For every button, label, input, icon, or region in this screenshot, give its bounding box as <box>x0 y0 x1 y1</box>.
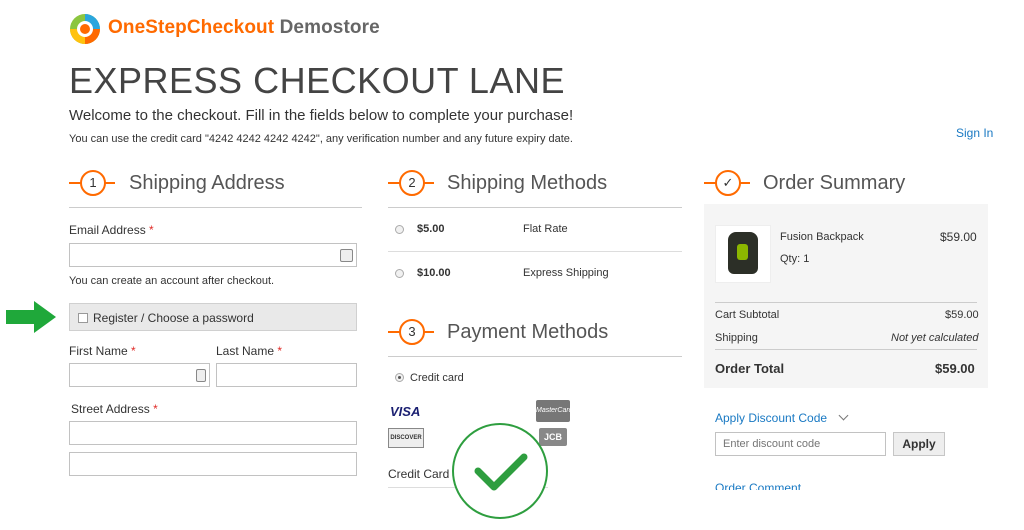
shipping-name-flat: Flat Rate <box>523 223 568 235</box>
shipping-radio-flat[interactable] <box>395 225 404 234</box>
discount-link-text: Apply Discount Code <box>715 411 828 425</box>
shipping-radio-express[interactable] <box>395 269 404 278</box>
brand-main: OneStepCheckout <box>108 17 275 38</box>
required-mark: * <box>131 344 136 358</box>
section-title-order-summary: Order Summary <box>763 172 906 194</box>
order-comment-text: Order Comment <box>715 481 802 490</box>
email-label-text: Email Address <box>69 223 146 237</box>
last-name-label-text: Last Name <box>216 344 275 358</box>
shipping-value: Not yet calculated <box>891 332 979 344</box>
order-total-value: $59.00 <box>935 361 975 376</box>
shipping-label: Shipping <box>715 332 758 344</box>
arrow-right-icon <box>6 301 56 333</box>
register-checkbox[interactable] <box>78 313 88 323</box>
logo-icon <box>70 14 100 44</box>
checkmark-step-icon: ✓ <box>715 170 741 196</box>
discount-code-input[interactable] <box>715 432 886 456</box>
welcome-text: Welcome to the checkout. Fill in the fie… <box>69 107 574 124</box>
brand-suffix: Demostore <box>279 17 380 38</box>
mastercard-icon: MasterCard <box>536 400 573 422</box>
apply-discount-toggle[interactable]: Apply Discount Code <box>715 410 849 425</box>
product-name[interactable]: Fusion Backpack <box>780 231 864 243</box>
order-total-label: Order Total <box>715 361 785 376</box>
shipping-name-express: Express Shipping <box>523 267 609 279</box>
account-hint: You can create an account after checkout… <box>69 275 275 287</box>
email-field[interactable] <box>69 243 357 267</box>
cart-subtotal-label: Cart Subtotal <box>715 309 780 321</box>
divider <box>715 349 977 350</box>
required-mark: * <box>149 223 154 237</box>
checkmark-icon <box>474 453 528 491</box>
page-title: EXPRESS CHECKOUT LANE <box>69 60 565 101</box>
card-number-label: Credit Card N <box>388 467 462 481</box>
first-name-label-text: First Name <box>69 344 128 358</box>
divider <box>715 302 977 303</box>
last-name-label: Last Name * <box>216 344 282 358</box>
divider <box>69 207 362 208</box>
last-name-field[interactable] <box>216 363 357 387</box>
discover-icon: DISCOVER <box>388 428 424 448</box>
step-number-3: 3 <box>399 319 425 345</box>
product-qty: Qty: 1 <box>780 253 810 265</box>
cart-subtotal-value: $59.00 <box>945 309 979 321</box>
visa-icon: VISA <box>390 404 421 419</box>
required-mark: * <box>277 344 283 358</box>
payment-radio-credit-card[interactable] <box>395 373 404 382</box>
divider <box>388 251 682 252</box>
street-line-1-field[interactable] <box>69 421 357 445</box>
backpack-icon <box>728 232 758 274</box>
step-number-2: 2 <box>399 170 425 196</box>
sign-in-link[interactable]: Sign In <box>956 126 993 140</box>
chevron-down-icon <box>838 410 849 421</box>
register-label: Register / Choose a password <box>93 311 254 325</box>
apply-discount-button[interactable]: Apply <box>893 432 945 456</box>
divider <box>388 207 682 208</box>
autofill-icon <box>340 249 353 262</box>
section-title-shipping-address: Shipping Address <box>129 172 285 194</box>
order-comment-toggle[interactable]: Order Comment <box>715 481 825 490</box>
email-label: Email Address * <box>69 223 154 237</box>
payment-option-credit-card: Credit card <box>410 372 464 384</box>
divider <box>388 356 682 357</box>
section-title-shipping-methods: Shipping Methods <box>447 172 608 194</box>
checkmark-badge <box>452 423 548 519</box>
contact-card-icon <box>196 369 206 382</box>
brand-name[interactable]: OneStepCheckout Demostore <box>108 17 380 39</box>
street-label: Street Address * <box>71 402 158 416</box>
register-option[interactable]: Register / Choose a password <box>69 303 357 331</box>
shipping-price-express: $10.00 <box>417 267 451 279</box>
first-name-label: First Name * <box>69 344 136 358</box>
first-name-field[interactable] <box>69 363 210 387</box>
step-number-1: 1 <box>80 170 106 196</box>
product-image[interactable] <box>715 225 771 283</box>
section-title-payment-methods: Payment Methods <box>447 321 609 343</box>
product-price: $59.00 <box>940 230 977 244</box>
street-label-text: Street Address <box>71 402 150 416</box>
shipping-price-flat: $5.00 <box>417 223 445 235</box>
card-note: You can use the credit card "4242 4242 4… <box>69 133 573 145</box>
street-line-2-field[interactable] <box>69 452 357 476</box>
required-mark: * <box>153 402 158 416</box>
